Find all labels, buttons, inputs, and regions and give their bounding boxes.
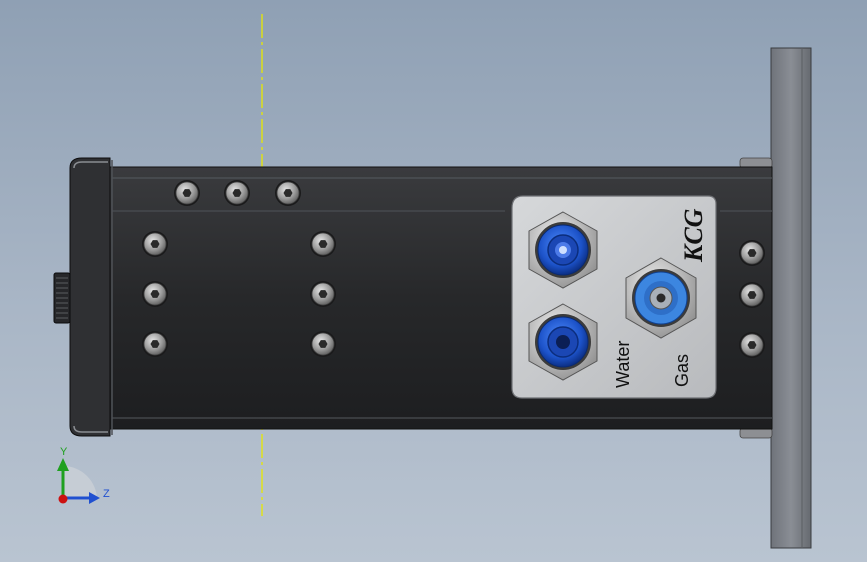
screw-head-icon (275, 180, 301, 206)
screw-head-icon (142, 231, 168, 257)
y-axis-arrow-icon (57, 458, 69, 471)
screw-head-icon (310, 331, 336, 357)
model-viewport[interactable]: KCG Water Gas Y Z (0, 0, 867, 562)
y-axis-label: Y (60, 446, 68, 458)
gas-label: Gas (672, 354, 692, 387)
screw-head-icon (224, 180, 250, 206)
end-cap[interactable] (69, 157, 113, 437)
water-label: Water (613, 341, 633, 388)
screw-head-icon (739, 282, 765, 308)
screw-head-icon (739, 240, 765, 266)
z-axis-label: Z (103, 488, 110, 500)
x-axis-point-icon (58, 494, 68, 504)
screw-head-icon (142, 331, 168, 357)
brand-label: KCG (679, 208, 708, 263)
screw-head-icon (310, 231, 336, 257)
screw-head-icon (310, 281, 336, 307)
screw-head-icon (174, 180, 200, 206)
screw-head-icon (142, 281, 168, 307)
knurled-knob[interactable] (53, 272, 71, 324)
model-canvas[interactable]: KCG Water Gas Y Z (0, 0, 867, 562)
screw-head-icon (739, 332, 765, 358)
axis-triad: Y Z (57, 446, 110, 504)
